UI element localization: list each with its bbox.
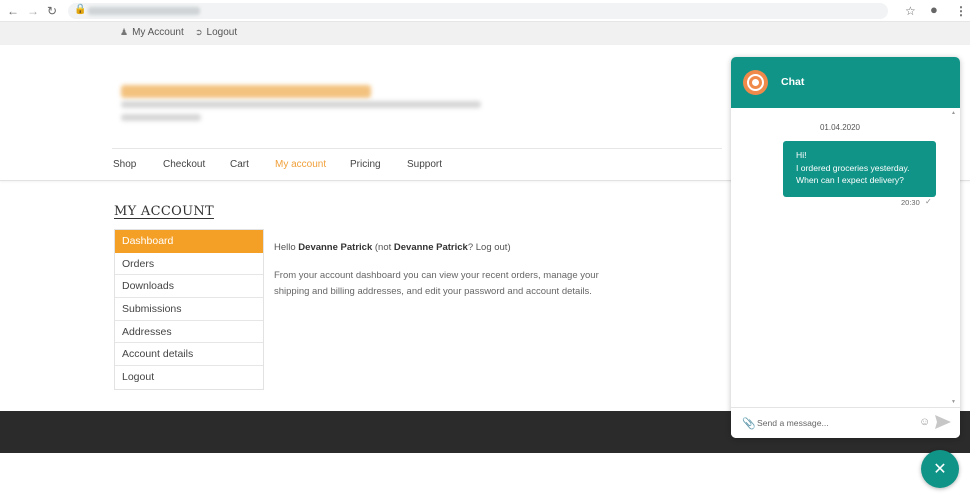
nav-pricing[interactable]: Pricing bbox=[350, 159, 381, 170]
main-nav: Shop Checkout Cart My account Pricing Su… bbox=[112, 148, 722, 181]
check-icon: ✓ bbox=[925, 197, 932, 206]
message-time: 20:30 bbox=[901, 198, 920, 207]
chat-title: Chat bbox=[781, 76, 805, 88]
menu-item-orders[interactable]: Orders bbox=[115, 252, 263, 276]
nav-shop[interactable]: Shop bbox=[113, 159, 136, 170]
blurred-tagline-2 bbox=[121, 114, 201, 121]
nav-checkout[interactable]: Checkout bbox=[163, 159, 205, 170]
message-bubble: Hi! I ordered groceries yesterday. When … bbox=[783, 141, 936, 197]
hello-mid: (not bbox=[372, 242, 394, 253]
chat-logo-icon bbox=[743, 70, 768, 95]
nav-support[interactable]: Support bbox=[407, 159, 442, 170]
menu-item-account-details[interactable]: Account details bbox=[115, 343, 263, 367]
close-icon[interactable]: ✕ bbox=[921, 450, 959, 488]
lock-icon: 🔒 bbox=[74, 4, 87, 15]
arrow-left-icon[interactable]: ← bbox=[7, 3, 19, 19]
menu-item-submissions[interactable]: Submissions bbox=[115, 298, 263, 321]
emoji-icon[interactable]: ☺ bbox=[919, 416, 930, 428]
account-circle-icon[interactable]: ● bbox=[930, 2, 938, 18]
menu-item-addresses[interactable]: Addresses bbox=[115, 320, 263, 344]
kebab-menu-icon[interactable]: ⋮ bbox=[955, 3, 967, 19]
message-line: Hi! bbox=[796, 150, 807, 160]
account-menu: Dashboard Orders Downloads Submissions A… bbox=[114, 229, 264, 390]
user-name: Devanne Patrick bbox=[298, 242, 373, 253]
blurred-site-title bbox=[121, 85, 371, 98]
logout-link[interactable]: ➲ Logout bbox=[195, 27, 237, 38]
menu-item-logout[interactable]: Logout bbox=[115, 366, 263, 389]
chat-date: 01.04.2020 bbox=[819, 123, 861, 132]
chat-messages[interactable]: 01.04.2020 Hi! I ordered groceries yeste… bbox=[731, 108, 960, 407]
nav-cart[interactable]: Cart bbox=[230, 159, 249, 170]
logout-label: Logout bbox=[206, 27, 238, 38]
message-input[interactable] bbox=[757, 416, 907, 430]
sign-out-icon: ➲ bbox=[195, 27, 203, 37]
message-line: When can I expect delivery? bbox=[796, 175, 904, 185]
chat-scrollbar[interactable]: ▲ ▼ bbox=[951, 108, 957, 407]
send-icon[interactable] bbox=[934, 414, 952, 430]
greeting-text: Hello Devanne Patrick (not Devanne Patri… bbox=[274, 241, 511, 254]
address-bar[interactable]: 🔒 bbox=[68, 3, 888, 19]
dashboard-description: From your account dashboard you can view… bbox=[274, 270, 599, 297]
menu-item-downloads[interactable]: Downloads bbox=[115, 275, 263, 299]
message-line: I ordered groceries yesterday. bbox=[796, 162, 910, 173]
page-title: MY ACCOUNT bbox=[114, 204, 214, 219]
paperclip-icon[interactable]: 📎 bbox=[742, 417, 756, 430]
arrow-right-icon[interactable]: → bbox=[27, 3, 39, 19]
user-icon: ♟ bbox=[120, 27, 129, 37]
user-name-2: Devanne Patrick bbox=[393, 242, 468, 253]
scroll-down-icon[interactable]: ▼ bbox=[951, 399, 956, 405]
logout-inline-link[interactable]: ? Log out) bbox=[468, 242, 511, 253]
my-account-label: My Account bbox=[132, 27, 184, 38]
chat-composer: 📎 ☺ bbox=[731, 407, 960, 438]
scroll-up-icon[interactable]: ▲ bbox=[951, 110, 956, 116]
browser-toolbar: ← → ↻ 🔒 ☆ ● ⋮ bbox=[0, 0, 970, 22]
blurred-tagline bbox=[121, 101, 481, 108]
menu-item-dashboard[interactable]: Dashboard bbox=[115, 230, 263, 253]
account-topbar: ♟ My Account ➲ Logout bbox=[0, 22, 970, 45]
star-icon[interactable]: ☆ bbox=[905, 3, 916, 19]
blurred-url bbox=[88, 7, 200, 15]
reload-icon[interactable]: ↻ bbox=[47, 3, 57, 19]
nav-my-account[interactable]: My account bbox=[275, 159, 326, 170]
chat-widget: Chat 01.04.2020 Hi! I ordered groceries … bbox=[731, 57, 960, 438]
my-account-link[interactable]: ♟ My Account bbox=[120, 27, 184, 38]
chat-header: Chat bbox=[731, 57, 960, 108]
hello-prefix: Hello bbox=[274, 242, 299, 253]
